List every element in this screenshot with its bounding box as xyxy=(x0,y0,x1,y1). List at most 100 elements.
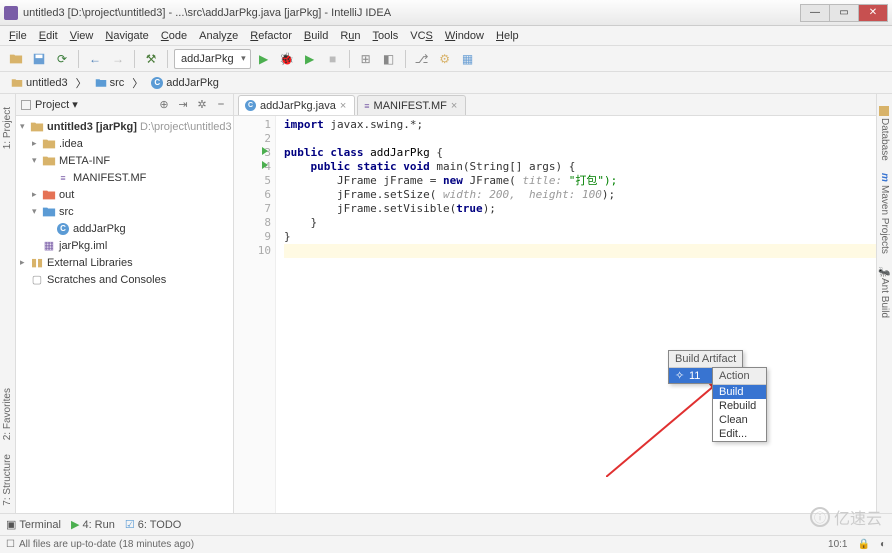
build-button[interactable]: ⚒ xyxy=(141,49,161,69)
settings-button[interactable]: ⚙ xyxy=(435,49,455,69)
inspector-icon[interactable]: ◐ xyxy=(880,539,886,550)
editor-tabs: CaddJarPkg.java× ≡MANIFEST.MF× xyxy=(234,94,876,116)
hide-icon[interactable]: ⎯ xyxy=(213,97,229,113)
close-button[interactable]: ✕ xyxy=(858,4,888,22)
right-tab-database[interactable]: Database xyxy=(878,100,891,167)
action-clean[interactable]: Clean xyxy=(713,413,766,427)
menu-edit[interactable]: Edit xyxy=(34,28,63,44)
crumb-sep: 〉 xyxy=(76,75,87,91)
title-bar: untitled3 [D:\project\untitled3] - ...\s… xyxy=(0,0,892,26)
gear-icon[interactable]: ✲ xyxy=(194,97,210,113)
maximize-button[interactable]: ▭ xyxy=(829,4,859,22)
main-toolbar: ⟳ ← → ⚒ addJarPkg ▶ 🐞 ▶ ■ ⊞ ◧ ⎇ ⚙ ▦ xyxy=(0,46,892,72)
run-button[interactable]: ▶ xyxy=(254,49,274,69)
separator xyxy=(134,50,135,68)
tree-manifest[interactable]: ≡MANIFEST.MF xyxy=(16,169,233,186)
separator xyxy=(167,50,168,68)
right-tab-maven[interactable]: mMaven Projects xyxy=(878,167,891,260)
crumb-project[interactable]: untitled3 xyxy=(6,76,73,90)
separator xyxy=(349,50,350,68)
crumb-class[interactable]: C addJarPkg xyxy=(146,76,224,90)
tree-external[interactable]: ▸▮▮External Libraries xyxy=(16,254,233,271)
forward-button[interactable]: → xyxy=(108,49,128,69)
stop-button[interactable]: ■ xyxy=(323,49,343,69)
editor-area: CaddJarPkg.java× ≡MANIFEST.MF× 1 2 3 4 5… xyxy=(234,94,876,513)
tree-scratches[interactable]: ▢Scratches and Consoles xyxy=(16,271,233,288)
code-area: 1 2 3 4 5 6 7 8 9 10 import javax.swing.… xyxy=(234,116,876,513)
code-text[interactable]: import javax.swing.*; public class addJa… xyxy=(276,116,876,513)
tree-src[interactable]: ▾src xyxy=(16,203,233,220)
menu-run[interactable]: Run xyxy=(335,28,365,44)
gutter[interactable]: 1 2 3 4 5 6 7 8 9 10 xyxy=(234,116,276,513)
event-log-icon[interactable]: ☐ xyxy=(6,539,15,550)
profiler-button[interactable]: ◧ xyxy=(379,49,399,69)
run-config-combo[interactable]: addJarPkg xyxy=(174,49,251,69)
menu-vcs[interactable]: VCS xyxy=(405,28,438,44)
main-area: 1: Project 2: Favorites 7: Structure Pro… xyxy=(0,94,892,513)
autoscroll-icon[interactable]: ⊕ xyxy=(156,97,172,113)
tab-terminal[interactable]: ▣Terminal xyxy=(6,518,61,531)
action-submenu: Action Build Rebuild Clean Edit... xyxy=(712,367,767,442)
crumb-src[interactable]: src xyxy=(90,76,130,90)
project-panel-header: Project ▾ ⊕ ⇥ ✲ ⎯ xyxy=(16,94,233,116)
nav-bar: untitled3 〉 src 〉 C addJarPkg xyxy=(0,72,892,94)
action-rebuild[interactable]: Rebuild xyxy=(713,399,766,413)
tree-metainf[interactable]: ▾META-INF xyxy=(16,152,233,169)
back-button[interactable]: ← xyxy=(85,49,105,69)
submenu-title: Action xyxy=(713,368,766,385)
vcs-button[interactable]: ⎇ xyxy=(412,49,432,69)
sync-button[interactable]: ⟳ xyxy=(52,49,72,69)
run-gutter-icon[interactable] xyxy=(262,147,268,155)
menu-file[interactable]: File xyxy=(4,28,32,44)
open-button[interactable] xyxy=(6,49,26,69)
tree-out[interactable]: ▸out xyxy=(16,186,233,203)
lock-icon[interactable]: 🔒 xyxy=(858,539,870,550)
status-bar: ☐All files are up-to-date (18 minutes ag… xyxy=(0,535,892,553)
menu-window[interactable]: Window xyxy=(440,28,489,44)
editor-tab-manifest[interactable]: ≡MANIFEST.MF× xyxy=(357,95,466,115)
tree-root[interactable]: ▾untitled3 [jarPkg] D:\project\untitled3 xyxy=(16,118,233,135)
debug-button[interactable]: 🐞 xyxy=(277,49,297,69)
attach-button[interactable]: ⊞ xyxy=(356,49,376,69)
menu-analyze[interactable]: Analyze xyxy=(194,28,243,44)
editor-tab-addjarpkg[interactable]: CaddJarPkg.java× xyxy=(238,95,355,115)
action-build[interactable]: Build xyxy=(713,385,766,399)
menu-tools[interactable]: Tools xyxy=(368,28,404,44)
right-tab-ant[interactable]: 🐜Ant Build xyxy=(878,260,891,324)
menu-code[interactable]: Code xyxy=(156,28,192,44)
left-tab-project[interactable]: 1: Project xyxy=(0,100,15,156)
watermark-icon: ⓘ xyxy=(810,507,830,527)
action-edit[interactable]: Edit... xyxy=(713,427,766,441)
popup-title: Build Artifact xyxy=(669,351,742,368)
window-controls: — ▭ ✕ xyxy=(801,4,888,22)
close-tab-icon[interactable]: × xyxy=(451,100,457,112)
separator xyxy=(405,50,406,68)
tab-run[interactable]: ▶4: Run xyxy=(71,518,115,531)
structure-button[interactable]: ▦ xyxy=(458,49,478,69)
menu-refactor[interactable]: Refactor xyxy=(245,28,297,44)
bottom-tool-tabs: ▣Terminal ▶4: Run ☑6: TODO xyxy=(0,513,892,535)
caret-position[interactable]: 10:1 xyxy=(828,539,847,550)
left-tab-structure[interactable]: 7: Structure xyxy=(0,447,15,513)
menu-view[interactable]: View xyxy=(65,28,99,44)
menu-build[interactable]: Build xyxy=(299,28,333,44)
left-sidebar: 1: Project 2: Favorites 7: Structure xyxy=(0,94,16,513)
app-icon xyxy=(4,6,18,20)
project-panel-title[interactable]: Project ▾ xyxy=(20,98,153,111)
tab-todo[interactable]: ☑6: TODO xyxy=(125,518,181,531)
window-title: untitled3 [D:\project\untitled3] - ...\s… xyxy=(23,7,801,19)
separator xyxy=(78,50,79,68)
collapse-icon[interactable]: ⇥ xyxy=(175,97,191,113)
tree-iml[interactable]: ▦jarPkg.iml xyxy=(16,237,233,254)
left-tab-favorites[interactable]: 2: Favorites xyxy=(0,381,15,447)
run-gutter-icon[interactable] xyxy=(262,161,268,169)
minimize-button[interactable]: — xyxy=(800,4,830,22)
menu-navigate[interactable]: Navigate xyxy=(100,28,153,44)
tree-idea[interactable]: ▸.idea xyxy=(16,135,233,152)
tree-addjarpkg[interactable]: CaddJarPkg xyxy=(16,220,233,237)
close-tab-icon[interactable]: × xyxy=(340,100,346,112)
watermark: ⓘ 亿速云 xyxy=(810,505,882,529)
coverage-button[interactable]: ▶ xyxy=(300,49,320,69)
menu-help[interactable]: Help xyxy=(491,28,524,44)
save-button[interactable] xyxy=(29,49,49,69)
